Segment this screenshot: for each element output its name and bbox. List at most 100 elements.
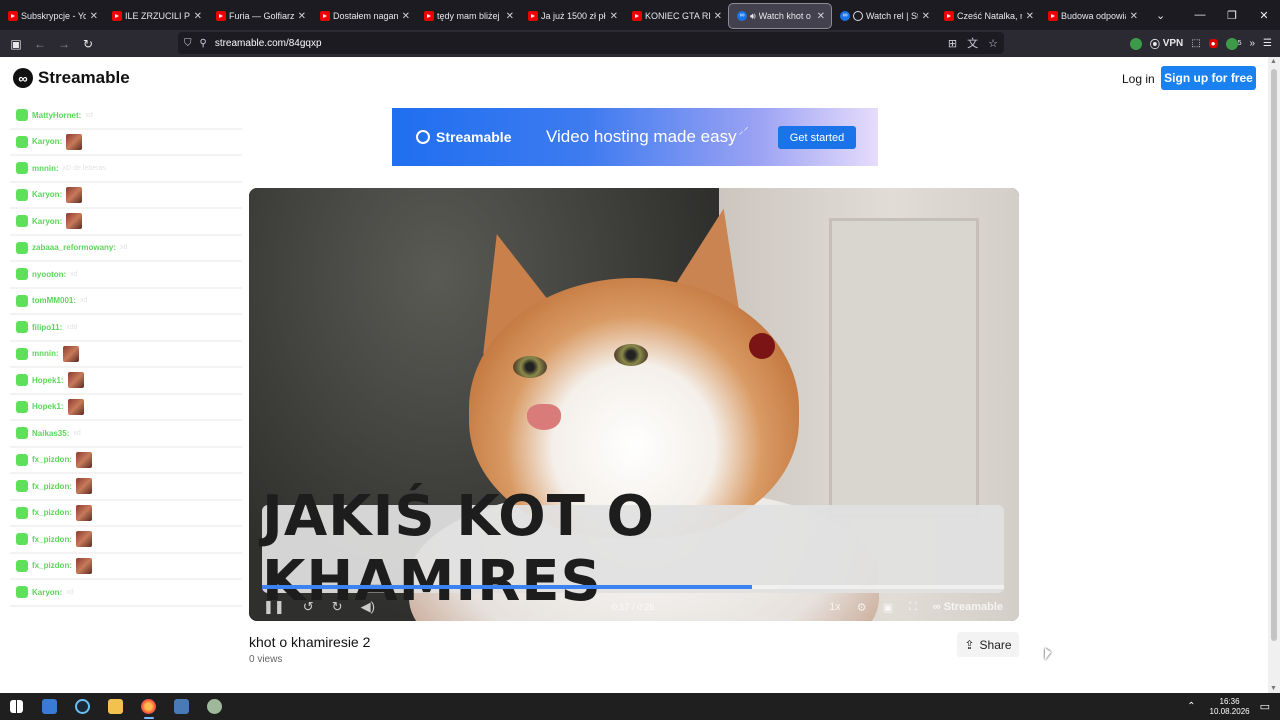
volume-icon[interactable]: ◀) xyxy=(361,599,375,615)
get-started-button[interactable]: Get started xyxy=(778,126,856,149)
chat-badge-icon xyxy=(16,347,28,360)
tab-close-icon[interactable]: ✕ xyxy=(298,11,306,22)
vpn-button[interactable]: ⦿ VPN xyxy=(1150,36,1183,51)
reload-icon[interactable]: ↻ xyxy=(76,32,100,56)
browser-tab[interactable]: ILE ZRZUCILI PO P ✕ xyxy=(104,3,208,29)
tab-close-icon[interactable]: ✕ xyxy=(402,11,410,22)
chat-badge-icon xyxy=(16,294,28,307)
taskbar-app-monitor[interactable] xyxy=(33,693,66,720)
minimize-icon[interactable]: — xyxy=(1184,0,1216,30)
video-progress-bar[interactable] xyxy=(262,585,1004,589)
chat-username: fx_pizdon: xyxy=(32,508,72,518)
start-button[interactable] xyxy=(0,693,33,720)
chat-username: mnnin: xyxy=(32,349,59,359)
browser-tab[interactable]: Cześć Natalka, m ✕ xyxy=(936,3,1040,29)
scroll-down-icon[interactable]: ▼ xyxy=(1270,685,1277,692)
ad-banner[interactable]: Streamable Video hosting made easy ⸝⸍ Ge… xyxy=(392,108,878,166)
system-tray: ⌃ 16:36 10.08.2026 ▭ xyxy=(1187,693,1280,720)
taskbar-app-steam[interactable] xyxy=(66,693,99,720)
pause-icon[interactable]: ❚❚ xyxy=(263,599,285,615)
tab-list: Subskrypcje - YouT✕ILE ZRZUCILI PO P✕Fur… xyxy=(0,1,1144,29)
mouse-cursor xyxy=(1045,648,1051,660)
sidebar-toggle-icon[interactable]: ▣ xyxy=(4,32,28,56)
cat-eye-left xyxy=(513,356,547,378)
tray-chevron-icon[interactable]: ⌃ xyxy=(1187,701,1195,712)
translate-icon[interactable]: 文 xyxy=(967,35,978,51)
taskbar-app-misc[interactable] xyxy=(198,693,231,720)
video-progress-fill xyxy=(262,585,752,589)
streamable-logo[interactable]: ∞ Streamable xyxy=(13,68,130,88)
browser-tab[interactable]: tędy mam bliżej - ✕ xyxy=(416,3,520,29)
overflow-chevron-icon[interactable]: » xyxy=(1249,38,1255,49)
tab-close-icon[interactable]: ✕ xyxy=(90,11,98,22)
chat-message: fx_pizdon: xyxy=(10,447,242,474)
video-caption-box: JAKIŚ KOT O KHAMIRES xyxy=(262,484,1004,614)
taskbar-app-explorer[interactable] xyxy=(99,693,132,720)
chat-message: nyooton: xd xyxy=(10,262,242,289)
install-icon[interactable]: ⊞ xyxy=(948,37,957,50)
speaker-icon[interactable]: 🔊︎ xyxy=(750,11,756,22)
restore-icon[interactable]: ❐ xyxy=(1216,0,1248,30)
browser-tab[interactable]: Furia — Golfiarze ✕ xyxy=(208,3,312,29)
browser-tab[interactable]: Dostałem naganę ✕ xyxy=(312,3,416,29)
extensions-icon[interactable]: ⬚ xyxy=(1191,38,1200,49)
tab-label: Dostałem naganę xyxy=(333,11,398,21)
signup-button[interactable]: Sign up for free xyxy=(1161,66,1256,90)
streamable-watermark[interactable]: ∞ Streamable xyxy=(933,601,1003,613)
tab-close-icon[interactable]: ✕ xyxy=(506,11,514,22)
browser-tab[interactable]: 🔊︎Watch khot o ✕ xyxy=(728,3,832,29)
green-extension-icon[interactable]: 5 xyxy=(1225,37,1242,50)
menu-icon[interactable]: ☰ xyxy=(1263,38,1272,49)
rewind-icon[interactable]: ↺ xyxy=(303,599,314,615)
chat-username: tomMM001: xyxy=(32,296,77,306)
browser-tab[interactable]: Watch rel | Str ✕ xyxy=(832,3,936,29)
close-window-icon[interactable]: ✕ xyxy=(1248,0,1280,30)
clock[interactable]: 16:36 10.08.2026 xyxy=(1210,697,1250,717)
chat-message: fx_pizdon: xyxy=(10,500,242,527)
chat-badge-icon xyxy=(16,162,28,175)
chat-text: xd xyxy=(66,588,74,596)
page-scrollbar[interactable]: ▲ ▼ xyxy=(1268,57,1280,693)
tab-close-icon[interactable]: ✕ xyxy=(194,11,202,22)
share-button[interactable]: ⇪ Share xyxy=(957,632,1019,657)
login-link[interactable]: Log in xyxy=(1112,69,1165,89)
emote-icon xyxy=(76,504,92,521)
scroll-up-icon[interactable]: ▲ xyxy=(1270,58,1277,65)
taskbar-app-firefox[interactable] xyxy=(132,693,165,720)
youtube-icon xyxy=(944,11,954,21)
video-player[interactable]: JAKIŚ KOT O KHAMIRES ❚❚ ↺ ↻ ◀) 0:17 / 0:… xyxy=(249,188,1019,621)
forward-icon[interactable]: → xyxy=(52,32,76,56)
tab-label: Budowa odpowiad xyxy=(1061,11,1126,21)
tab-label: tędy mam bliżej - xyxy=(437,11,502,21)
browser-tab[interactable]: Ja już 1500 zł płac ✕ xyxy=(520,3,624,29)
browser-tab[interactable]: Subskrypcje - YouT ✕ xyxy=(0,3,104,29)
windows-taskbar: ⌃ 16:36 10.08.2026 ▭ xyxy=(0,693,1280,720)
browser-tab[interactable]: KONIEC GTA RP! N ✕ xyxy=(624,3,728,29)
notification-icon[interactable]: ▭ xyxy=(1260,700,1270,713)
tab-close-icon[interactable]: ✕ xyxy=(610,11,618,22)
address-bar[interactable]: ⛉ ⚲ streamable.com/84gqxp ⊞ 文 ☆ xyxy=(178,32,1004,54)
taskbar-app-calculator[interactable] xyxy=(165,693,198,720)
site-info-icon[interactable]: ⚲ xyxy=(200,38,207,49)
scrollbar-thumb[interactable] xyxy=(1271,69,1277,641)
playback-speed[interactable]: 1x xyxy=(829,601,841,613)
tab-close-icon[interactable]: ✕ xyxy=(1130,11,1138,22)
extension-badge: 5 xyxy=(1237,40,1242,47)
tab-close-icon[interactable]: ✕ xyxy=(1026,11,1034,22)
back-icon[interactable]: ← xyxy=(28,32,52,56)
fullscreen-icon[interactable]: ⛶ xyxy=(909,601,917,614)
browser-tab[interactable]: Budowa odpowiad ✕ xyxy=(1040,3,1144,29)
chat-message: filipo11: xdd xyxy=(10,315,242,342)
forward-skip-icon[interactable]: ↻ xyxy=(332,599,343,615)
tab-close-icon[interactable]: ✕ xyxy=(817,11,825,22)
red-extension-icon[interactable]: ● xyxy=(1208,39,1218,48)
picture-in-picture-icon[interactable]: ▣ xyxy=(883,601,893,614)
chat-badge-icon xyxy=(16,427,28,440)
tab-list-chevron-icon[interactable]: ⌄ xyxy=(1156,9,1165,22)
bookmark-star-icon[interactable]: ☆ xyxy=(988,37,998,50)
tab-close-icon[interactable]: ✕ xyxy=(922,11,930,22)
tab-close-icon[interactable]: ✕ xyxy=(714,11,722,22)
shield-extension-icon[interactable] xyxy=(1129,37,1142,50)
video-controls: ❚❚ ↺ ↻ ◀) 0:17 / 0:26 1x ⚙ ▣ ⛶ ∞ Streama… xyxy=(249,593,1019,621)
settings-gear-icon[interactable]: ⚙ xyxy=(857,601,867,614)
